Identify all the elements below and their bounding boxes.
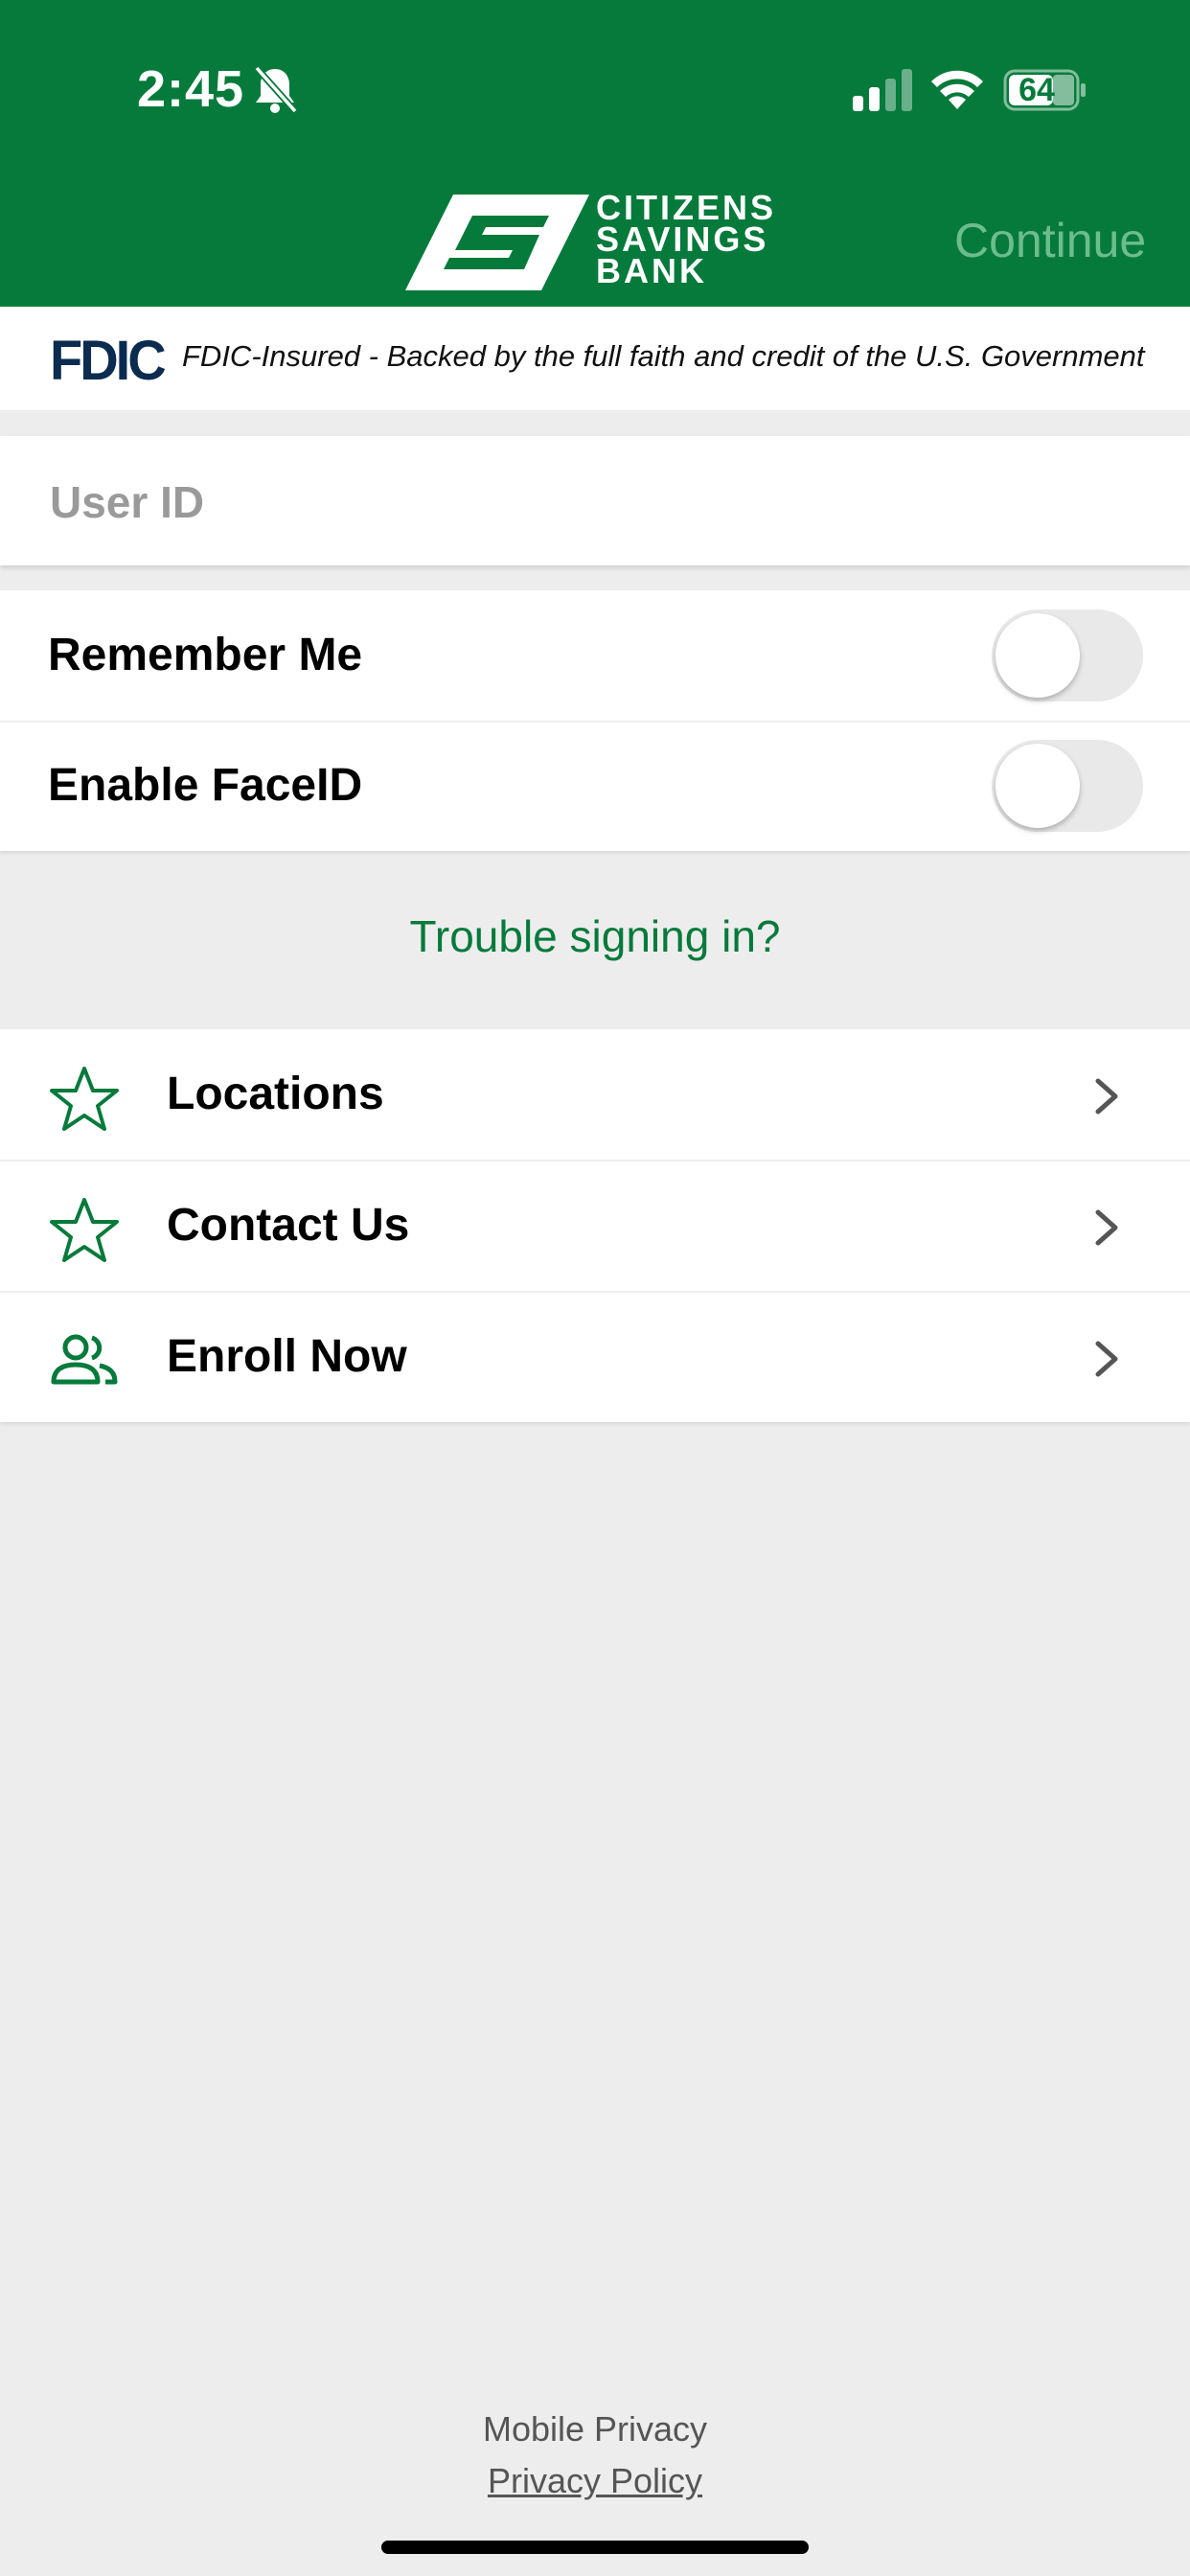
remember-me-row: Remember Me	[0, 590, 1190, 723]
fdic-notice: FDIC-Insured - Backed by the full faith …	[182, 339, 1145, 373]
enable-faceid-row: Enable FaceID	[0, 721, 1190, 851]
wifi-icon	[931, 70, 983, 109]
bank-logo-mark	[405, 195, 589, 290]
home-indicator[interactable]	[381, 2541, 809, 2554]
bell-slash-icon	[254, 65, 298, 114]
menu-item-contact-us[interactable]: Contact Us	[0, 1161, 1190, 1293]
chevron-right-icon	[1095, 1341, 1118, 1377]
remember-me-label: Remember Me	[48, 630, 363, 680]
logo-line-bank: BANK	[596, 251, 707, 290]
people-icon	[51, 1334, 118, 1385]
toggle-knob	[995, 744, 1080, 828]
user-id-input[interactable]	[48, 436, 1144, 567]
chevron-right-icon	[1095, 1078, 1118, 1115]
enable-faceid-toggle[interactable]	[992, 740, 1143, 832]
chevron-right-icon	[1095, 1209, 1118, 1246]
menu-item-locations[interactable]: Locations	[0, 1029, 1190, 1162]
remember-me-toggle[interactable]	[992, 610, 1143, 702]
trouble-signing-in-link[interactable]: Trouble signing in?	[0, 910, 1190, 962]
status-time: 2:45	[137, 60, 245, 118]
menu-label-enroll-now: Enroll Now	[167, 1331, 407, 1382]
star-outline-icon	[50, 1198, 119, 1262]
privacy-policy-link[interactable]: Privacy Policy	[0, 2461, 1190, 2501]
login-options: Remember Me Enable FaceID	[0, 590, 1190, 851]
star-outline-icon	[50, 1067, 119, 1131]
quick-links-menu: Locations Contact Us Enroll Now	[0, 1029, 1190, 1422]
toggle-knob	[995, 613, 1080, 698]
user-id-field-container	[0, 436, 1190, 567]
battery-level: 64	[1018, 72, 1055, 108]
menu-label-contact-us: Contact Us	[167, 1200, 410, 1251]
app-header: 2:45 64 CITIZENS SAVINGS BANK Continue	[0, 0, 1190, 307]
menu-item-enroll-now[interactable]: Enroll Now	[0, 1292, 1190, 1422]
mobile-privacy-link[interactable]: Mobile Privacy	[0, 2409, 1190, 2450]
fdic-logo: FDIC	[50, 328, 167, 392]
menu-label-locations: Locations	[167, 1069, 384, 1119]
cellular-signal-icon	[853, 69, 912, 111]
bank-logo-text: CITIZENS SAVINGS BANK	[596, 191, 776, 290]
continue-button[interactable]: Continue	[954, 213, 1146, 268]
enable-faceid-label: Enable FaceID	[48, 760, 363, 811]
